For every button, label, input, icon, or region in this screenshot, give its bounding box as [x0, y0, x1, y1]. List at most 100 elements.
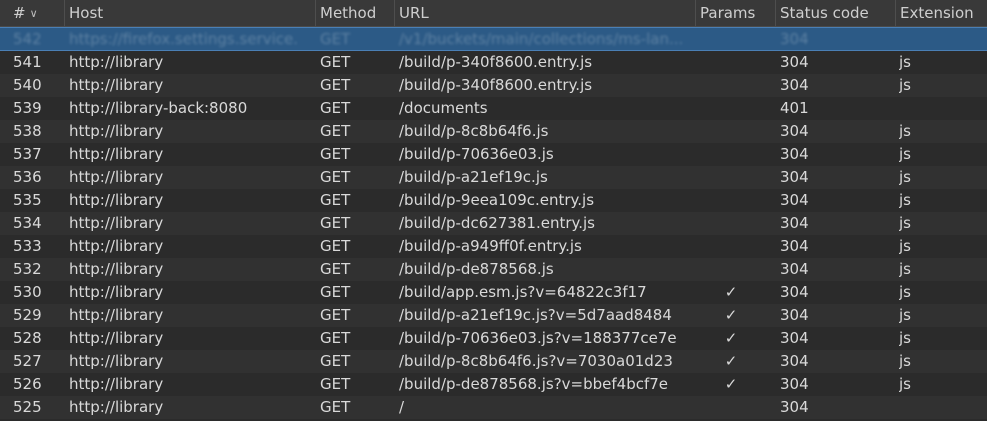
cell-host: http://library: [69, 237, 164, 255]
cell-url: /build/p-340f8600.entry.js: [399, 76, 593, 94]
cell-params: [700, 235, 774, 258]
chevron-down-icon[interactable]: ∨: [30, 1, 38, 26]
cell-number: 542: [13, 30, 42, 48]
cell-method: GET: [320, 168, 351, 186]
cell-status: 304: [780, 53, 809, 71]
cell-host: http://library: [69, 352, 164, 370]
cell-number: 535: [13, 191, 42, 209]
table-row[interactable]: 532 http://library GET/build/p-de878568.js…: [0, 258, 987, 281]
cell-url: /build/p-8c8b64f6.js?v=7030a01d23: [399, 352, 673, 370]
table-row[interactable]: 537 http://library GET/build/p-70636e03.js…: [0, 143, 987, 166]
cell-url: /build/p-a21ef19c.js: [399, 168, 548, 186]
table-row[interactable]: 529 http://library GET/build/p-a21ef19c.js…: [0, 304, 987, 327]
table-row-selected[interactable]: 542 https://firefox.settings.service... …: [0, 27, 987, 51]
cell-host: http://library: [69, 168, 164, 186]
cell-params: [700, 74, 774, 97]
cell-method: GET: [320, 283, 351, 301]
column-header-host-label: Host: [69, 4, 104, 22]
cell-url: /build/p-a21ef19c.js?v=5d7aad8484: [399, 306, 672, 324]
cell-host: http://library: [69, 122, 164, 140]
column-header-number[interactable]: # ∨: [0, 0, 64, 26]
table-row[interactable]: 534 http://library GET/build/p-dc627381.en…: [0, 212, 987, 235]
cell-number: 533: [13, 237, 42, 255]
cell-params: [700, 51, 774, 74]
cell-status: 304: [780, 306, 809, 324]
cell-extension: js: [899, 352, 911, 370]
table-row[interactable]: 530 http://library GET/build/app.esm.js?v=…: [0, 281, 987, 304]
cell-host: http://library: [69, 214, 164, 232]
table-row[interactable]: 540 http://library GET/build/p-340f8600.en…: [0, 74, 987, 97]
cell-url: /build/p-70636e03.js: [399, 145, 554, 163]
cell-number: 529: [13, 306, 42, 324]
cell-host: https://firefox.settings.service...: [69, 30, 299, 48]
cell-status: 304: [780, 329, 809, 347]
cell-status: 304: [780, 145, 809, 163]
cell-status: 304: [780, 122, 809, 140]
cell-method: GET: [320, 191, 351, 209]
column-header-extension[interactable]: Extension: [895, 0, 987, 26]
cell-extension: js: [899, 329, 911, 347]
cell-status: 304: [780, 352, 809, 370]
cell-url: /build/p-70636e03.js?v=188377ce7e: [399, 329, 677, 347]
http-history-table: # ∨ Host Method URL Params Status code Ex…: [0, 0, 987, 421]
cell-status: 304: [780, 398, 809, 416]
check-icon: ✓: [724, 375, 738, 393]
cell-host: http://library: [69, 283, 164, 301]
table-row[interactable]: 525 http://library GET / 304: [0, 396, 987, 419]
cell-method: GET: [320, 375, 351, 393]
cell-extension: js: [899, 375, 911, 393]
table-row[interactable]: 526 http://library GET/build/p-de878568.js…: [0, 373, 987, 396]
cell-extension: js: [899, 283, 911, 301]
cell-number: 530: [13, 283, 42, 301]
cell-host: http://library: [69, 398, 164, 416]
cell-url: /build/p-dc627381.entry.js: [399, 214, 595, 232]
cell-host: http://library: [69, 53, 164, 71]
column-header-status[interactable]: Status code: [775, 0, 895, 26]
cell-url: /build/app.esm.js?v=64822c3f17: [399, 283, 647, 301]
cell-number: 537: [13, 145, 42, 163]
cell-number: 538: [13, 122, 42, 140]
cell-status: 304: [780, 214, 809, 232]
check-icon: ✓: [724, 352, 738, 370]
column-header-host[interactable]: Host: [64, 0, 315, 26]
cell-number: 539: [13, 99, 42, 117]
cell-url: /build/p-de878568.js: [399, 260, 554, 278]
cell-url: /: [399, 398, 405, 416]
table-row[interactable]: 527 http://library GET/build/p-8c8b64f6.js…: [0, 350, 987, 373]
cell-status: 304: [780, 283, 809, 301]
check-icon: ✓: [724, 306, 738, 324]
cell-params: [700, 212, 774, 235]
table-row[interactable]: 541 http://library GET/build/p-340f8600.en…: [0, 51, 987, 74]
cell-url: /build/p-a949ff0f.entry.js: [399, 237, 582, 255]
cell-params: [700, 258, 774, 281]
cell-params: ✓: [700, 304, 774, 327]
cell-extension: js: [899, 76, 911, 94]
cell-method: GET: [320, 214, 351, 232]
cell-number: 528: [13, 329, 42, 347]
table-body: 542 https://firefox.settings.service... …: [0, 27, 987, 419]
cell-number: 532: [13, 260, 42, 278]
column-header-params[interactable]: Params: [695, 0, 775, 26]
cell-extension: js: [899, 260, 911, 278]
column-header-url-label: URL: [399, 4, 429, 22]
column-header-status-label: Status code: [780, 4, 869, 22]
cell-params: ✓: [700, 350, 774, 373]
cell-url: /build/p-9eea109c.entry.js: [399, 191, 595, 209]
cell-host: http://library: [69, 76, 164, 94]
cell-url: /build/p-340f8600.entry.js: [399, 53, 593, 71]
cell-method: GET: [320, 398, 351, 416]
cell-method: GET: [320, 237, 351, 255]
table-row[interactable]: 536 http://library GET/build/p-a21ef19c.js…: [0, 166, 987, 189]
table-row[interactable]: 535 http://library GET/build/p-9eea109c.en…: [0, 189, 987, 212]
cell-extension: js: [899, 53, 911, 71]
table-row[interactable]: 533 http://library GET/build/p-a949ff0f.en…: [0, 235, 987, 258]
cell-params: ✓: [700, 373, 774, 396]
table-row[interactable]: 538 http://library GET/build/p-8c8b64f6.js…: [0, 120, 987, 143]
cell-params: [700, 97, 774, 120]
table-row[interactable]: 528 http://library GET/build/p-70636e03.js…: [0, 327, 987, 350]
column-header-url[interactable]: URL: [394, 0, 695, 26]
cell-status: 304: [780, 237, 809, 255]
cell-method: GET: [320, 76, 351, 94]
column-header-method[interactable]: Method: [315, 0, 394, 26]
table-row[interactable]: 539 http://library-back:8080 GET/documents…: [0, 97, 987, 120]
